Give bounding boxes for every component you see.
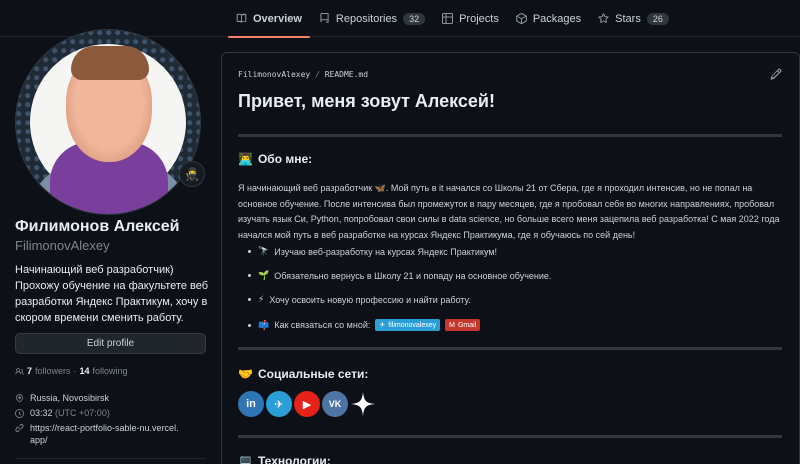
profile-username: FilimonovAlexey <box>15 238 110 253</box>
local-time: 03:32 <box>30 408 53 418</box>
follow-stats: 7 followers · 14 following <box>15 366 128 376</box>
readme-filename[interactable]: README.md <box>325 70 368 79</box>
social-heading: 🤝 Социальные сети: <box>238 367 368 381</box>
gmail-badge[interactable]: M Gmail <box>445 319 481 331</box>
followers-count[interactable]: 7 <box>27 366 32 376</box>
mailbox-icon: 📫 <box>258 319 270 330</box>
gmail-icon: M <box>449 321 455 329</box>
seedling-icon: 🌱 <box>258 270 270 280</box>
telegram-icon[interactable]: ✈ <box>266 391 292 417</box>
tab-repositories-label: Repositories <box>335 12 398 25</box>
handshake-icon: 🤝 <box>238 367 253 381</box>
ninja-icon: 🥷 <box>184 167 200 181</box>
pencil-icon[interactable] <box>770 68 782 80</box>
sidebar-divider <box>15 458 206 459</box>
location-icon <box>15 394 24 403</box>
path-separator: / <box>310 70 325 79</box>
readme-owner[interactable]: FilimonovAlexey <box>238 70 310 79</box>
tab-packages-label: Packages <box>532 12 582 25</box>
readme-path: FilimonovAlexey / README.md <box>238 70 368 79</box>
profile-website: https://react-portfolio-sable-nu.vercel.… <box>15 422 215 446</box>
list-item-text: Как связаться со мной: <box>274 320 371 330</box>
star-icon <box>598 13 609 23</box>
tech-heading-text: Технологии: <box>257 454 331 464</box>
list-item-text: Изучаю веб-разработку на курсах Яндекс П… <box>274 246 498 257</box>
repositories-count: 32 <box>403 12 426 25</box>
timezone: (UTC +07:00) <box>55 408 110 418</box>
tab-packages[interactable]: Packages <box>508 0 589 37</box>
about-paragraph: Я начинающий веб разработчик 🦋. Мой путь… <box>238 183 780 240</box>
clock-icon <box>15 409 24 418</box>
people-icon <box>15 367 24 375</box>
profile-bio: Начинающий веб разработчик) Прохожу обуч… <box>15 264 209 324</box>
tech-heading: 💻 Технологии: <box>238 454 331 464</box>
followers-label[interactable]: followers <box>35 366 71 376</box>
telegram-icon: ✈ <box>379 322 386 329</box>
website-link[interactable]: https://react-portfolio-sable-nu.vercel.… <box>30 422 180 446</box>
lightning-icon: ⚡ <box>258 294 265 304</box>
status-badge[interactable]: 🥷 <box>179 161 205 187</box>
following-label[interactable]: following <box>93 366 128 376</box>
location-text: Russia, Novosibirsk <box>30 393 110 403</box>
list-item: 🔭 Изучаю веб-разработку на курсах Яндекс… <box>247 246 498 257</box>
readme-card: FilimonovAlexey / README.md Привет, меня… <box>221 52 800 464</box>
list-item-text: Хочу освоить новую профессию и найти раб… <box>269 294 471 305</box>
telegram-badge-label: filimonovalexey <box>388 321 437 329</box>
vk-icon[interactable]: VK <box>322 391 348 417</box>
youtube-icon[interactable]: ▶ <box>294 391 320 417</box>
readme-divider <box>238 435 782 438</box>
repo-icon <box>320 13 329 23</box>
package-icon <box>516 13 527 24</box>
link-icon <box>15 424 24 433</box>
list-item: 📫 Как связаться со мной: ✈ filimonovalex… <box>247 319 481 331</box>
book-icon <box>236 13 247 23</box>
about-heading-text: Обо мне: <box>257 152 313 166</box>
avatar[interactable] <box>15 29 201 215</box>
telegram-badge[interactable]: ✈ filimonovalexey <box>375 319 441 331</box>
tab-projects[interactable]: Projects <box>434 0 507 37</box>
following-count[interactable]: 14 <box>80 366 90 376</box>
profile-fullname: Филимонов Алексей <box>15 218 180 235</box>
tab-stars[interactable]: Stars 26 <box>590 0 677 37</box>
telescope-icon: 🔭 <box>258 246 270 256</box>
linkedin-icon[interactable]: in <box>238 391 264 417</box>
readme-divider <box>238 134 782 137</box>
follow-separator: · <box>73 366 77 376</box>
about-heading: 👨‍💻 Обо мне: <box>238 152 312 166</box>
list-item: ⚡ Хочу освоить новую профессию и найти р… <box>248 294 471 305</box>
social-heading-text: Социальные сети: <box>257 367 369 381</box>
profile-local-time: 03:32 (UTC +07:00) <box>15 407 215 419</box>
profile-location: Russia, Novosibirsk <box>15 392 215 404</box>
avatar-hair <box>71 46 149 80</box>
list-item-text: Обязательно вернусь в Школу 21 и попаду … <box>274 270 552 281</box>
tab-overview[interactable]: Overview <box>228 0 310 38</box>
readme-divider <box>238 347 782 350</box>
sparkle-icon[interactable] <box>350 391 376 417</box>
stars-count: 26 <box>646 12 669 25</box>
list-item: 🌱 Обязательно вернусь в Школу 21 и попад… <box>247 270 552 281</box>
table-icon <box>442 13 454 24</box>
readme-title: Привет, меня зовут Алексей! <box>238 91 495 111</box>
tab-stars-label: Stars <box>615 12 641 25</box>
edit-profile-button[interactable]: Edit profile <box>15 333 206 354</box>
laptop-icon: 💻 <box>238 454 253 464</box>
tab-repositories[interactable]: Repositories 32 <box>311 0 433 37</box>
profile-tabs: Overview Repositories 32 Projects Packag… <box>228 0 678 38</box>
tab-projects-label: Projects <box>459 12 499 25</box>
technologist-icon: 👨‍💻 <box>238 152 253 166</box>
gmail-badge-label: Gmail <box>457 321 477 329</box>
tab-overview-label: Overview <box>253 12 302 25</box>
